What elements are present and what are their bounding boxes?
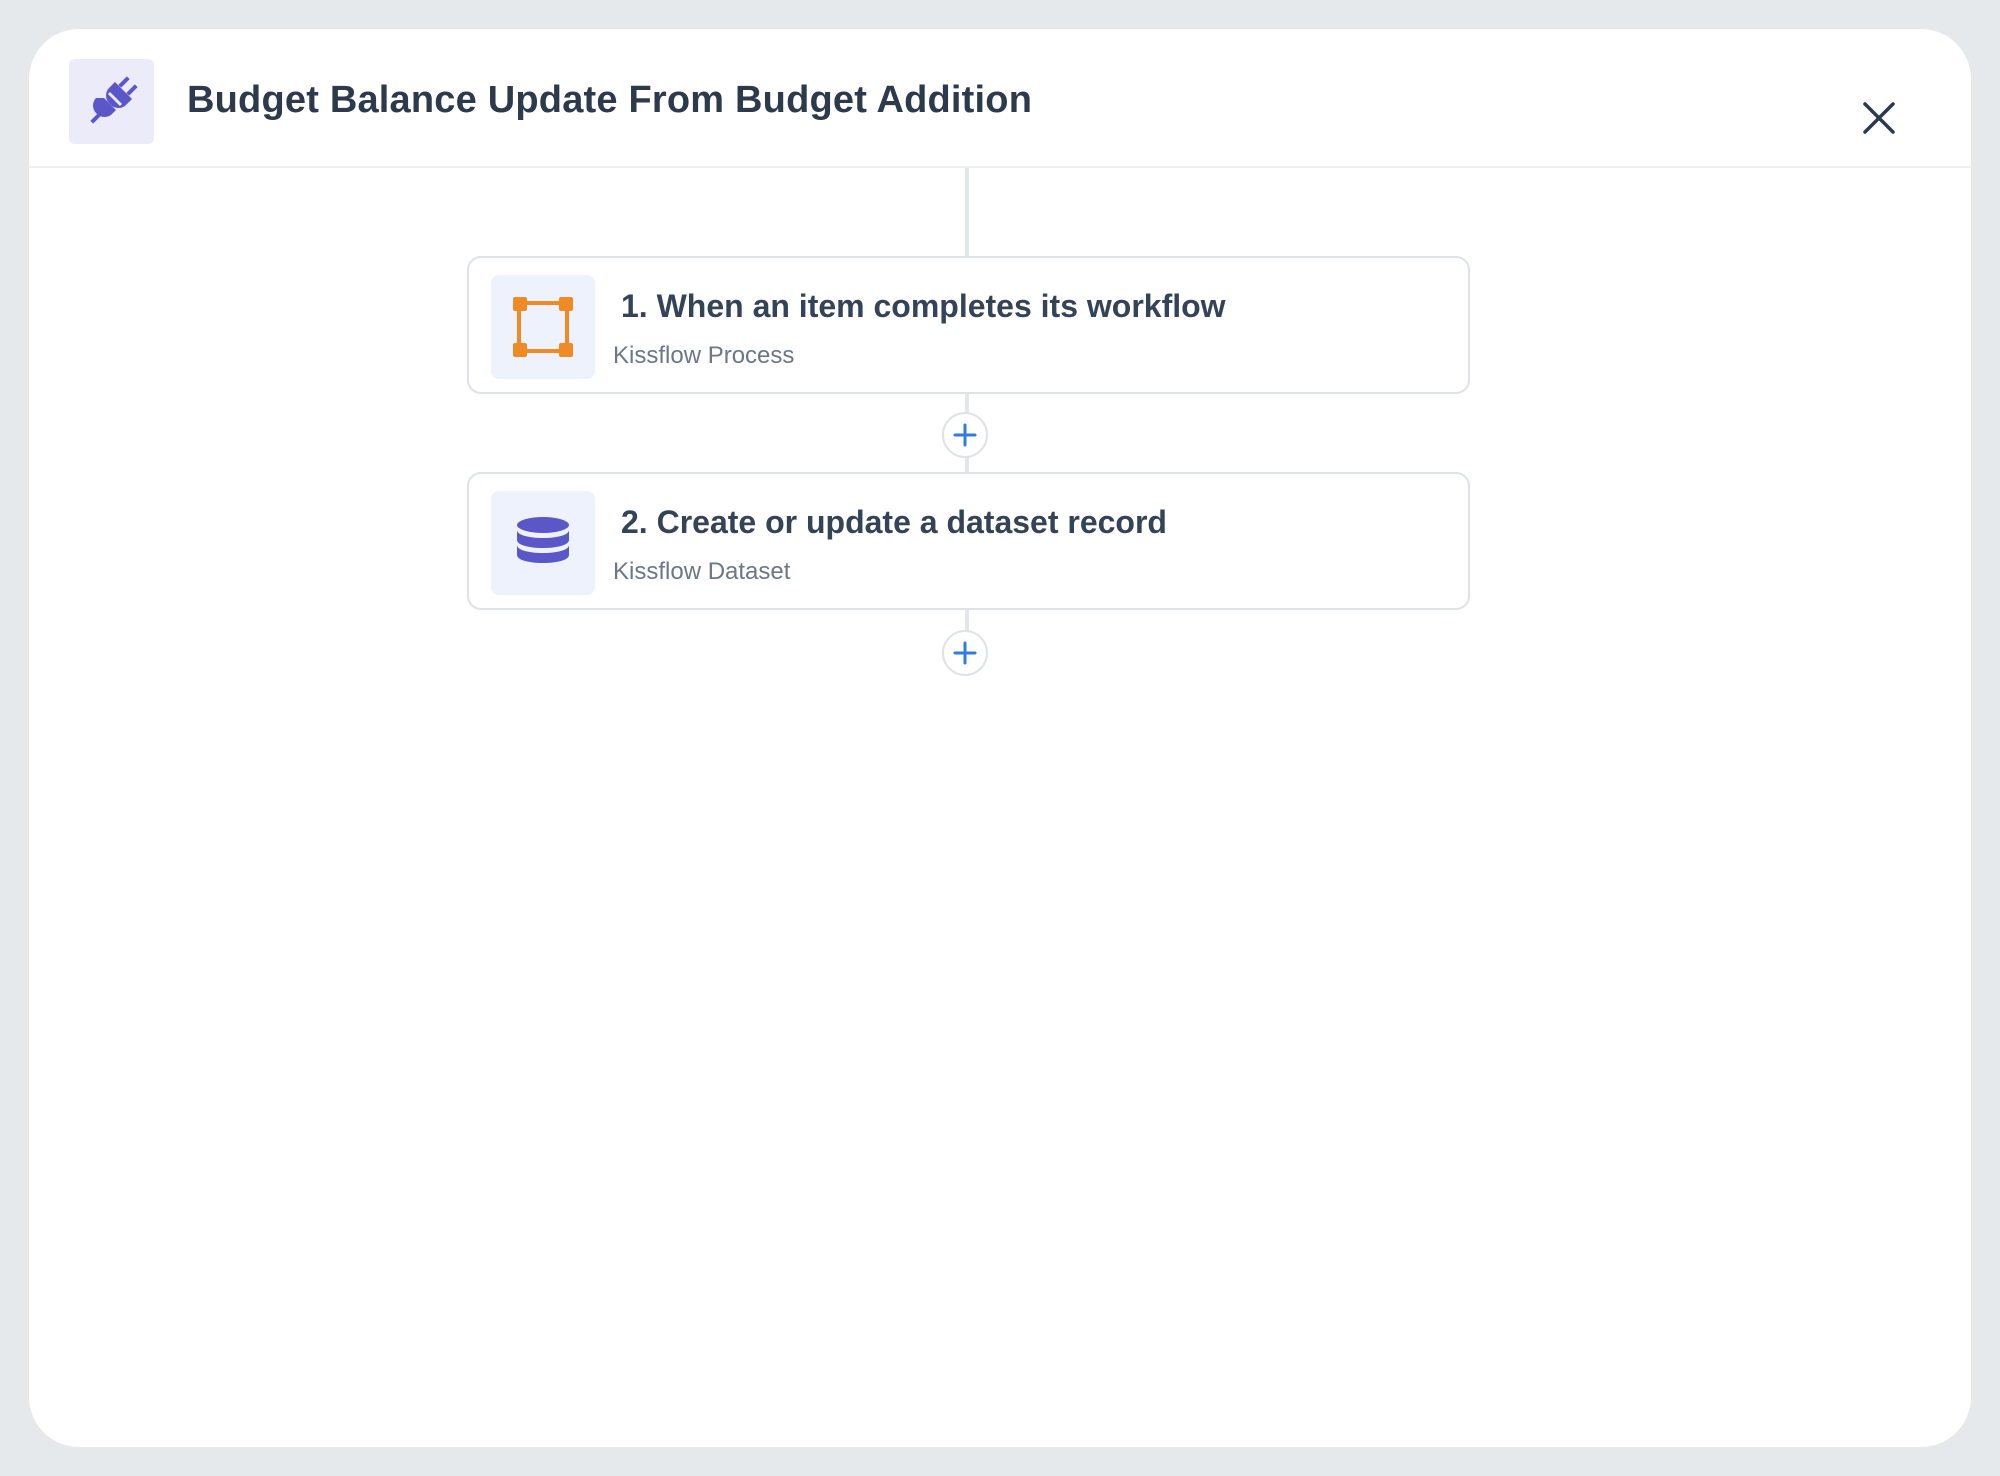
- add-step-button-1[interactable]: [942, 412, 988, 458]
- workflow-modal: Budget Balance Update From Budget Additi…: [29, 29, 1971, 1447]
- step-card-2[interactable]: 2. Create or update a dataset record Kis…: [467, 472, 1470, 610]
- database-icon: [491, 491, 595, 595]
- window-frame: Budget Balance Update From Budget Additi…: [0, 0, 2000, 1476]
- step-title-1: 1. When an item completes its workflow: [621, 288, 1226, 325]
- step-label-2: Create or update a dataset record: [656, 504, 1167, 540]
- connector-line-top: [965, 168, 969, 256]
- step-number-1: 1.: [621, 288, 648, 324]
- process-icon: [491, 275, 595, 379]
- step-subtitle-2: Kissflow Dataset: [613, 558, 791, 585]
- plus-icon: [953, 423, 977, 447]
- plus-icon: [953, 641, 977, 665]
- step-number-2: 2.: [621, 504, 648, 540]
- step-label-1: When an item completes its workflow: [656, 288, 1226, 324]
- plug-icon: [69, 59, 154, 144]
- step-card-1[interactable]: 1. When an item completes its workflow K…: [467, 256, 1470, 394]
- page-title: Budget Balance Update From Budget Additi…: [187, 79, 1033, 121]
- step-title-2: 2. Create or update a dataset record: [621, 504, 1167, 541]
- modal-header: Budget Balance Update From Budget Additi…: [29, 29, 1971, 168]
- close-icon: [1863, 102, 1895, 134]
- step-subtitle-1: Kissflow Process: [613, 342, 795, 369]
- add-step-button-2[interactable]: [942, 630, 988, 676]
- close-button[interactable]: [1857, 96, 1901, 140]
